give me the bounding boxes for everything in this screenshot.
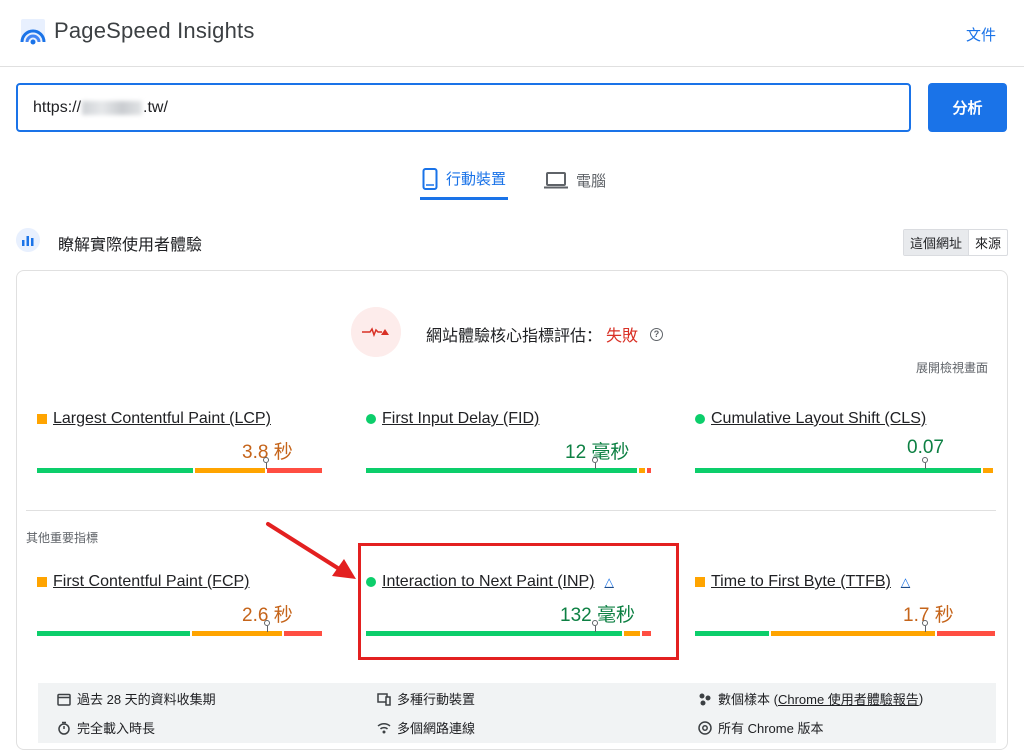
bar-segment-good	[695, 468, 981, 473]
fail-assessment-icon	[351, 307, 401, 357]
metric-cls-distribution-bar	[695, 468, 995, 473]
metric-lcp-distribution-bar	[37, 468, 324, 473]
field-data-header: 瞭解實際使用者體驗 這個網址 來源	[16, 228, 1008, 256]
bar-segment-needs-improvement	[191, 631, 282, 636]
metric-fid-name[interactable]: First Input Delay (FID)	[366, 410, 539, 428]
good-icon	[366, 414, 376, 424]
footer-network: 多個網路連線	[377, 718, 475, 737]
metric-fcp-name[interactable]: First Contentful Paint (FCP)	[37, 573, 250, 591]
calendar-icon	[57, 693, 71, 706]
chrome-icon	[698, 720, 712, 735]
assessment-label: 網站體驗核心指標評估：	[426, 328, 603, 345]
metric-fid-label: First Input Delay (FID)	[382, 410, 540, 427]
needs-improvement-icon	[37, 414, 47, 424]
footer-collection-period: 過去 28 天的資料收集期	[57, 689, 216, 708]
pagespeed-logo[interactable]	[18, 18, 48, 46]
metric-ttfb: Time to First Byte (TTFB) △ 1.7 秒	[695, 573, 995, 653]
footer-samples: 數個樣本 (Chrome 使用者體驗報告)	[698, 689, 923, 708]
metric-fid-distribution-bar	[366, 468, 653, 473]
bar-segment-good	[37, 631, 190, 636]
metric-fid-marker	[592, 457, 598, 469]
tab-mobile[interactable]: 行動裝置	[420, 160, 509, 200]
metric-ttfb-name[interactable]: Time to First Byte (TTFB) △	[695, 573, 910, 591]
help-icon[interactable]: ?	[650, 327, 664, 341]
tab-desktop[interactable]: 電腦	[542, 160, 608, 200]
metric-ttfb-value: 1.7 秒	[903, 605, 954, 626]
good-icon	[695, 414, 705, 424]
wifi-icon	[377, 722, 391, 733]
expand-view-link[interactable]: 展開檢視畫面	[916, 359, 988, 376]
phone-icon	[422, 167, 438, 190]
bar-segment-poor	[936, 631, 995, 636]
footer-page-load: 完全載入時長	[57, 718, 155, 737]
url-input[interactable]: https:// .tw/	[16, 83, 911, 132]
bar-segment-poor	[283, 631, 322, 636]
bar-segment-poor	[647, 468, 651, 473]
redacted-domain	[82, 100, 143, 115]
footer-chrome-versions: 所有 Chrome 版本	[698, 718, 823, 737]
footer-network-text: 多個網路連線	[397, 721, 476, 736]
metric-fid: First Input Delay (FID) 12 毫秒	[366, 410, 656, 490]
metric-ttfb-label: Time to First Byte (TTFB)	[711, 573, 891, 590]
bar-segment-good	[37, 468, 193, 473]
top-bar: PageSpeed Insights 文件	[0, 0, 1024, 67]
footer-page-load-text: 完全載入時長	[77, 721, 156, 736]
metric-cls-name[interactable]: Cumulative Layout Shift (CLS)	[695, 410, 926, 428]
footer-samples-text: 數個樣本 (	[718, 692, 778, 707]
footer-chrome-versions-text: 所有 Chrome 版本	[718, 721, 824, 736]
bar-segment-good	[366, 468, 637, 473]
section-title: 瞭解實際使用者體驗	[58, 237, 203, 254]
metric-lcp-label: Largest Contentful Paint (LCP)	[53, 410, 271, 427]
experimental-flask-icon: △	[900, 575, 911, 589]
analyze-button[interactable]: 分析	[928, 83, 1007, 132]
annotation-highlight-box	[358, 543, 679, 660]
needs-improvement-icon	[37, 577, 47, 587]
bar-segment-needs-improvement	[770, 631, 935, 636]
tab-mobile-label: 行動裝置	[446, 171, 507, 188]
crux-report-link[interactable]: Chrome 使用者體驗報告	[778, 689, 919, 708]
assessment-result: 失敗	[606, 328, 639, 345]
bar-segment-needs-improvement	[983, 468, 993, 473]
annotation-arrow-icon	[266, 522, 356, 579]
device-tabs: 行動裝置 電腦	[420, 160, 608, 200]
laptop-icon	[544, 172, 569, 189]
metric-ttfb-distribution-bar	[695, 631, 997, 636]
url-origin-toggle: 這個網址 來源	[902, 229, 1008, 256]
bar-segment-needs-improvement	[194, 468, 265, 473]
toggle-origin[interactable]: 來源	[969, 230, 1007, 255]
docs-link[interactable]: 文件	[966, 24, 996, 45]
bar-segment-poor	[266, 468, 322, 473]
metric-lcp: Largest Contentful Paint (LCP) 3.8 秒	[37, 410, 327, 490]
metric-ttfb-marker	[922, 620, 928, 632]
other-metrics-label: 其他重要指標	[26, 531, 99, 545]
bar-segment-needs-improvement	[638, 468, 646, 473]
url-suffix: .tw/	[143, 98, 168, 116]
timer-icon	[58, 721, 70, 735]
devices-icon	[377, 692, 391, 706]
metric-fcp: First Contentful Paint (FCP) 2.6 秒	[37, 573, 327, 653]
url-prefix: https://	[33, 98, 82, 116]
metric-cls-label: Cumulative Layout Shift (CLS)	[711, 410, 927, 427]
footer-collection-period-text: 過去 28 天的資料收集期	[77, 692, 216, 707]
users-chart-icon	[16, 228, 40, 252]
tab-desktop-label: 電腦	[576, 172, 607, 190]
footer-devices-text: 多種行動裝置	[397, 692, 476, 707]
footer-devices: 多種行動裝置	[377, 689, 475, 708]
metric-cls-value: 0.07	[907, 437, 944, 458]
metric-fcp-label: First Contentful Paint (FCP)	[53, 573, 250, 590]
metric-fcp-marker	[264, 620, 270, 632]
metric-lcp-marker	[263, 457, 269, 469]
section-divider	[26, 510, 996, 511]
needs-improvement-icon	[695, 577, 705, 587]
footer-samples-suffix: )	[918, 691, 924, 706]
app-title: PageSpeed Insights	[54, 18, 255, 43]
bar-segment-good	[695, 631, 769, 636]
metric-lcp-name[interactable]: Largest Contentful Paint (LCP)	[37, 410, 271, 428]
samples-icon	[699, 693, 711, 705]
metric-cls: Cumulative Layout Shift (CLS) 0.07	[695, 410, 993, 490]
toggle-this-url[interactable]: 這個網址	[903, 230, 969, 255]
metric-fcp-distribution-bar	[37, 631, 324, 636]
metric-cls-marker	[922, 457, 928, 469]
core-web-vitals-assessment: 網站體驗核心指標評估： 失敗 ?	[426, 322, 664, 346]
